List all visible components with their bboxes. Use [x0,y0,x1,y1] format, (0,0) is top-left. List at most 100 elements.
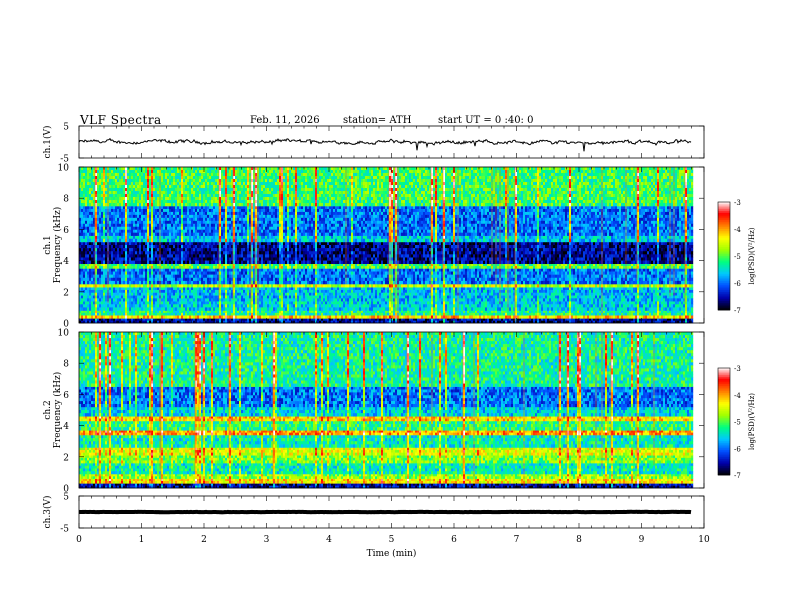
spectrogram-cell [185,315,188,319]
spectrogram-cell [675,292,678,296]
spectrogram-cell [433,271,436,275]
spectrogram-cell [297,289,300,294]
spectrogram-cell [229,295,232,299]
spectrogram-cell [469,287,472,291]
spectrogram-cell [691,292,694,296]
spectrogram-cell [139,292,142,296]
spectrogram-cell [573,289,576,294]
spectrogram-cell [333,315,336,319]
spectrogram-cell [573,271,576,275]
spectrogram-cell [215,307,218,311]
spectrogram-cell [449,315,452,319]
spectrogram-cell [659,304,662,308]
spectrogram-cell [583,292,586,296]
spectrogram-cell [297,318,300,321]
spectrogram-cell [569,284,572,288]
spectrogram-cell [281,307,284,311]
spectrogram-cell [369,312,372,316]
spectrogram-cell [429,301,432,305]
spectrogram-cell [87,304,90,308]
spectrogram-cell [675,298,678,302]
spectrogram-cell [557,312,560,316]
spectrogram-cell [257,318,260,321]
spectrogram-cell [631,304,634,308]
spectrogram-cell [407,295,410,299]
spectrogram-cell [469,312,472,316]
spectrogram-cell [549,310,552,314]
spectrogram-cell [259,292,262,296]
spectrogram-cell [175,318,178,321]
spectrogram-cell [565,284,568,288]
spectrogram-cell [131,287,134,291]
spectrogram-cell [305,310,308,314]
spectrogram-cell [251,318,254,321]
spectrogram-cell [547,271,550,275]
spectrogram-cell [541,287,544,291]
spectrogram-cell [499,312,502,316]
spectrogram-cell [437,312,440,316]
spectrogram-cell [379,292,382,296]
spectrogram-cell [399,312,402,316]
spectrogram-cell [101,268,104,272]
spectrogram-cell [135,318,138,321]
spectrogram-cell [381,304,384,308]
spectrogram-cell [547,318,550,321]
spectrogram-cell [357,284,360,288]
spectrogram-cell [409,315,412,319]
spectrogram-cell [447,292,450,296]
spectrogram-cell [335,301,338,305]
spectrogram-cell [163,310,166,314]
spectrogram-cell [575,295,578,299]
spectrogram-cell [383,284,386,288]
spectrogram-cell [621,315,624,319]
spectrogram-cell [87,315,90,319]
spectrogram-cell [603,312,606,316]
spectrogram-cell [99,284,102,288]
spectrogram-cell [313,287,316,291]
spectrogram-cell [429,295,432,299]
spectrogram-cell [213,268,216,272]
spectrogram-cell [483,307,486,311]
spectrogram-cell [319,318,322,321]
spectrogram-cell [405,289,408,294]
spectrogram-cell [111,292,114,296]
spectrogram-cell [193,295,196,299]
spectrogram-cell [163,284,166,288]
spectrogram-cell [583,284,586,288]
spectrogram-cell [453,295,456,299]
spectrogram-cell [425,271,428,275]
spectrogram-cell [569,310,572,314]
spectrogram-cell [511,284,514,288]
spectrogram-cell [581,304,584,308]
spectrogram-cell [479,301,482,305]
spectrogram-cell [325,292,328,296]
spectrogram-cell [137,289,140,294]
spectrogram-cell [193,301,196,305]
spectrogram-cell [577,271,580,275]
spectrogram-cell [349,289,352,294]
spectrogram-cell [565,295,568,299]
spectrogram-cell [123,287,126,291]
spectrogram-cell [169,289,172,294]
spectrogram-cell [241,307,244,311]
spectrogram-cell [681,318,684,321]
spectrogram-cell [615,287,618,291]
spectrogram-cell [473,307,476,311]
spectrogram-cell [611,295,614,299]
spectrogram-cell [495,292,498,296]
spectrogram-cell [315,271,318,275]
spectrogram-cell [657,289,660,294]
spectrogram-cell [671,312,674,316]
spectrogram-cell [373,310,376,314]
spectrogram-cell [123,315,126,319]
spectrogram-cell [687,301,690,305]
spectrogram-cell [609,307,612,311]
spectrogram-cell [405,318,408,321]
spectrogram-cell [283,307,286,311]
spectrogram-cell [537,304,540,308]
spectrogram-cell [571,315,574,319]
spectrogram-cell [319,287,322,291]
spectrogram-cell [571,292,574,296]
spectrogram-cell [463,271,466,275]
spectrogram-cell [91,295,94,299]
